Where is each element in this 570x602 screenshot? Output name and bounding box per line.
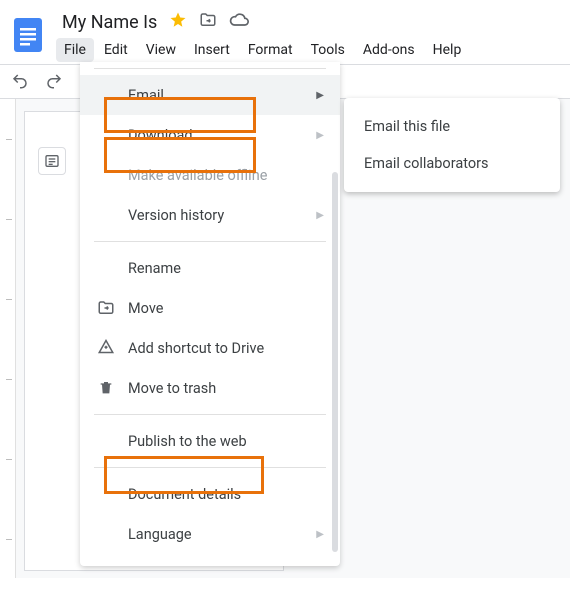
menuitem-label: Rename <box>128 260 181 277</box>
menu-help[interactable]: Help <box>425 38 470 62</box>
menuitem-version-history[interactable]: Version history ▶ <box>80 195 340 235</box>
menuitem-move-to-trash[interactable]: Move to trash <box>80 368 340 408</box>
menuitem-publish-to-web[interactable]: Publish to the web <box>80 421 340 461</box>
menuitem-download[interactable]: Download ▶ <box>80 115 340 155</box>
file-menu-dropdown: Email ▶ Download ▶ Make available offlin… <box>80 62 340 566</box>
menu-edit[interactable]: Edit <box>96 38 136 62</box>
menuitem-label: Publish to the web <box>128 433 247 450</box>
submenu-label: Email collaborators <box>364 155 489 172</box>
menuitem-language[interactable]: Language ▶ <box>80 514 340 554</box>
drive-shortcut-icon <box>94 339 118 357</box>
submenu-email-collaborators[interactable]: Email collaborators <box>344 145 560 182</box>
move-icon <box>94 299 118 317</box>
menuitem-make-available-offline: Make available offline <box>80 155 340 195</box>
menuitem-label: Document details <box>128 486 241 503</box>
menuitem-label: Move <box>128 300 163 317</box>
menuitem-label: Email <box>128 87 164 104</box>
star-icon[interactable] <box>169 11 187 33</box>
menuitem-label: Download <box>128 127 193 144</box>
header: My Name Is File Edit View Insert Format … <box>0 0 570 62</box>
submenu-arrow-icon: ▶ <box>316 90 324 101</box>
submenu-arrow-icon: ▶ <box>316 529 324 540</box>
docs-logo-icon[interactable] <box>8 14 48 54</box>
menuitem-rename[interactable]: Rename <box>80 248 340 288</box>
menuitem-label: Language <box>128 526 192 543</box>
cloud-status-icon[interactable] <box>229 10 249 34</box>
dropdown-scrollbar[interactable] <box>332 172 338 552</box>
menu-file[interactable]: File <box>56 38 94 62</box>
submenu-label: Email this file <box>364 118 450 135</box>
menuitem-label: Make available offline <box>128 167 267 184</box>
menu-insert[interactable]: Insert <box>186 38 238 62</box>
menuitem-move[interactable]: Move <box>80 288 340 328</box>
menuitem-label: Version history <box>128 207 224 224</box>
submenu-arrow-icon: ▶ <box>316 130 324 141</box>
email-submenu: Email this file Email collaborators <box>344 98 560 192</box>
menuitem-document-details[interactable]: Document details <box>80 474 340 514</box>
submenu-email-this-file[interactable]: Email this file <box>344 108 560 145</box>
submenu-arrow-icon: ▶ <box>316 210 324 221</box>
vertical-ruler <box>0 99 16 578</box>
move-folder-icon[interactable] <box>199 11 217 33</box>
menu-view[interactable]: View <box>138 38 184 62</box>
menubar: File Edit View Insert Format Tools Add-o… <box>56 36 562 62</box>
redo-icon[interactable] <box>44 71 64 91</box>
outline-toggle-button[interactable] <box>38 147 66 175</box>
menu-addons[interactable]: Add-ons <box>355 38 423 62</box>
menu-format[interactable]: Format <box>240 38 301 62</box>
menuitem-add-shortcut[interactable]: Add shortcut to Drive <box>80 328 340 368</box>
trash-icon <box>94 380 118 396</box>
menuitem-email[interactable]: Email ▶ <box>80 75 340 115</box>
menuitem-label: Move to trash <box>128 380 216 397</box>
menuitem-label: Add shortcut to Drive <box>128 340 264 357</box>
menu-tools[interactable]: Tools <box>303 38 353 62</box>
undo-icon[interactable] <box>10 71 30 91</box>
document-title[interactable]: My Name Is <box>62 12 157 33</box>
